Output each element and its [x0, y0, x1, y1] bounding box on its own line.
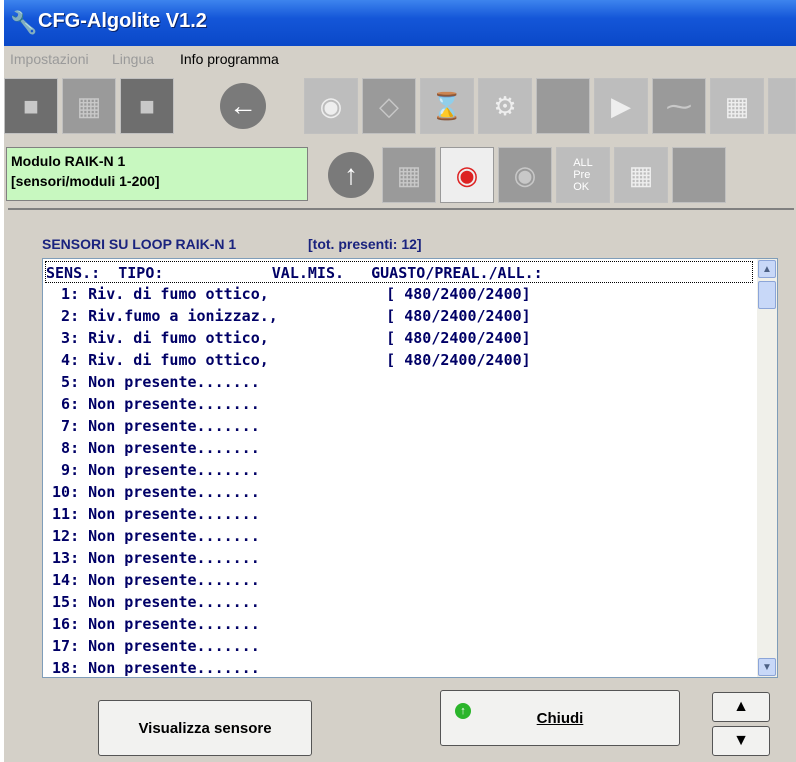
output-icon[interactable]: ▶ — [594, 78, 648, 134]
sensor-view-icon[interactable]: ◉ — [440, 147, 494, 203]
list-count: [tot. presenti: 12] — [308, 236, 422, 252]
list-row[interactable]: 4: Riv. di fumo ottico, [ 480/2400/2400] — [43, 349, 753, 371]
app-window: 🔧 CFG-Algolite V1.2 Impostazioni Lingua … — [4, 0, 796, 762]
title-bar: 🔧 CFG-Algolite V1.2 — [4, 0, 796, 46]
list-row[interactable]: 13: Non presente....... — [43, 547, 753, 569]
alarm-levels-icon[interactable]: ALL Pre OK — [556, 147, 610, 203]
menu-info-programma[interactable]: Info programma — [180, 51, 279, 67]
main-toolbar: ■ ▦ ■ ← ◉ ◇ ⌛ ⚙ ▶ ⁓ ▦ — [4, 74, 796, 140]
double-down-icon: ▼ — [733, 732, 749, 749]
list-row[interactable]: 10: Non presente....... — [43, 481, 753, 503]
network-icon[interactable]: ▦ — [710, 78, 764, 134]
scroll-thumb[interactable] — [758, 281, 776, 309]
save-icon[interactable]: ■ — [120, 78, 174, 134]
blank-icon[interactable] — [536, 78, 590, 134]
baud-icon[interactable] — [768, 78, 796, 134]
list-row[interactable]: 18: Non presente....... — [43, 657, 753, 677]
up-arrow-icon: ↑ — [328, 152, 374, 198]
list-row[interactable]: 5: Non presente....... — [43, 371, 753, 393]
list-title: SENSORI SU LOOP RAIK-N 1 — [42, 236, 237, 252]
page-down-button[interactable]: ▼ — [712, 726, 770, 756]
hourglass-icon[interactable]: ⌛ — [420, 78, 474, 134]
sensor-list[interactable]: SENS.: TIPO: VAL.MIS. GUASTO/PREAL./ALL.… — [42, 258, 778, 678]
tools-icon[interactable]: ⚙ — [478, 78, 532, 134]
scroll-up-icon[interactable]: ▲ — [758, 260, 776, 278]
list-row[interactable]: 6: Non presente....... — [43, 393, 753, 415]
double-up-icon: ▲ — [733, 698, 749, 715]
list-row[interactable]: 2: Riv.fumo a ionizzaz., [ 480/2400/2400… — [43, 305, 753, 327]
list-row[interactable]: 11: Non presente....... — [43, 503, 753, 525]
back-arrow-button[interactable]: ← — [216, 78, 270, 134]
list-row[interactable]: 16: Non presente....... — [43, 613, 753, 635]
menu-bar: Impostazioni Lingua Info programma — [4, 46, 796, 72]
list-row[interactable]: 7: Non presente....... — [43, 415, 753, 437]
close-label: Chiudi — [536, 709, 584, 727]
list-header: SENS.: TIPO: VAL.MIS. GUASTO/PREAL./ALL.… — [45, 261, 753, 283]
sensors-icon[interactable]: ◉ — [304, 78, 358, 134]
list-row[interactable]: 8: Non presente....... — [43, 437, 753, 459]
list-row[interactable]: 9: Non presente....... — [43, 459, 753, 481]
config-icon[interactable]: ▦ — [62, 78, 116, 134]
list-row[interactable]: 3: Riv. di fumo ottico, [ 480/2400/2400] — [43, 327, 753, 349]
switch-icon[interactable]: ⁓ — [652, 78, 706, 134]
list-row[interactable]: 14: Non presente....... — [43, 569, 753, 591]
view-sensor-button[interactable]: Visualizza sensore — [98, 700, 312, 756]
page-up-button[interactable]: ▲ — [712, 692, 770, 722]
wrench-icon: 🔧 — [10, 10, 38, 35]
print-icon[interactable]: ■ — [4, 78, 58, 134]
list-row[interactable]: 12: Non presente....... — [43, 525, 753, 547]
close-button[interactable]: ↑ Chiudi — [440, 690, 680, 746]
list-row[interactable]: 17: Non presente....... — [43, 635, 753, 657]
blank-icon-2[interactable] — [672, 147, 726, 203]
sensor-single-icon[interactable]: ◉ — [498, 147, 552, 203]
ok-icon: ↑ — [455, 703, 471, 719]
up-arrow-button[interactable]: ↑ — [324, 147, 378, 203]
window-title: CFG-Algolite V1.2 — [38, 10, 207, 32]
scroll-down-icon[interactable]: ▼ — [758, 658, 776, 676]
list-scrollbar[interactable]: ▲ ▼ — [757, 259, 777, 677]
list-row[interactable]: 1: Riv. di fumo ottico, [ 480/2400/2400] — [43, 283, 753, 305]
view-sensor-label: Visualizza sensore — [138, 719, 272, 737]
module-toolbar: ↑ ▦ ◉ ◉ ALL Pre OK ▦ — [4, 143, 796, 209]
menu-lingua[interactable]: Lingua — [112, 51, 154, 67]
grid-icon[interactable]: ▦ — [614, 147, 668, 203]
sensor-config-icon[interactable]: ▦ — [382, 147, 436, 203]
list-row[interactable]: 15: Non presente....... — [43, 591, 753, 613]
menu-impostazioni[interactable]: Impostazioni — [10, 51, 89, 67]
back-arrow-icon: ← — [220, 83, 266, 129]
modules-icon[interactable]: ◇ — [362, 78, 416, 134]
